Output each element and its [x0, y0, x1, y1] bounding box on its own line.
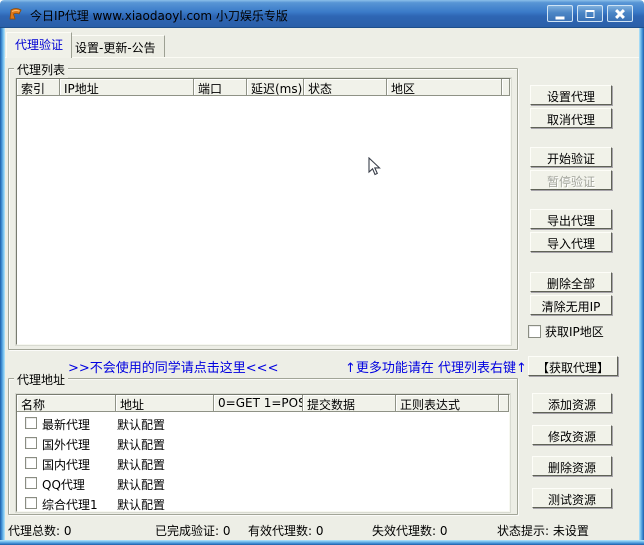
source-row-foreign[interactable]: 国外代理 默认配置	[17, 434, 509, 454]
delete-all-button[interactable]: 删除全部	[530, 272, 612, 292]
status-value: 0	[440, 524, 448, 538]
maximize-icon	[586, 10, 595, 18]
source-row-qq[interactable]: QQ代理 默认配置	[17, 474, 509, 494]
source-row-latest[interactable]: 最新代理 默认配置	[17, 414, 509, 434]
column-header-regex[interactable]: 正则表达式	[396, 395, 499, 412]
column-header-status[interactable]: 状态	[304, 79, 387, 96]
source-address: 默认配置	[117, 436, 165, 453]
status-label: 已完成验证:	[155, 524, 219, 538]
column-header-ip[interactable]: IP地址	[60, 79, 194, 96]
source-address: 默认配置	[117, 456, 165, 473]
get-proxy-button[interactable]: 【获取代理】	[528, 356, 618, 376]
app-window: 今日IP代理 www.xiaodaoyl.com 小刀娱乐专版 代理验证 设置-…	[0, 0, 644, 545]
title-bar: 今日IP代理 www.xiaodaoyl.com 小刀娱乐专版	[0, 0, 644, 28]
column-header-filler	[499, 395, 509, 412]
source-name: 综合代理1	[42, 496, 98, 513]
column-header-method[interactable]: 0=GET 1=POST	[214, 395, 303, 412]
column-header-port[interactable]: 端口	[194, 79, 247, 96]
column-header-index[interactable]: 索引	[17, 79, 60, 96]
window-title: 今日IP代理 www.xiaodaoyl.com 小刀娱乐专版	[30, 7, 288, 24]
start-verify-button[interactable]: 开始验证	[530, 147, 612, 167]
window-border-left	[0, 28, 5, 545]
export-proxy-button[interactable]: 导出代理	[530, 209, 612, 229]
status-invalid: 失效代理数: 0	[372, 522, 448, 539]
source-name: 国内代理	[42, 456, 90, 473]
sources-header: 名称 地址 0=GET 1=POST 提交数据 正则表达式	[17, 395, 509, 412]
tab-proxy-verify[interactable]: 代理验证	[6, 32, 72, 58]
proxy-list-group-label: 代理列表	[14, 61, 68, 78]
status-value: 0	[64, 524, 72, 538]
column-header-name[interactable]: 名称	[17, 395, 116, 412]
status-completed: 已完成验证: 0	[155, 522, 231, 539]
column-header-latency[interactable]: 延迟(ms)	[247, 79, 304, 96]
status-label: 代理总数:	[8, 524, 60, 538]
import-proxy-button[interactable]: 导入代理	[530, 232, 612, 252]
more-features-hint: ↑更多功能请在 代理列表右键↑	[345, 357, 527, 376]
status-value: 0	[316, 524, 324, 538]
source-name: 最新代理	[42, 416, 90, 433]
status-label: 有效代理数:	[248, 524, 312, 538]
cancel-proxy-button[interactable]: 取消代理	[530, 108, 612, 128]
status-total: 代理总数: 0	[8, 522, 72, 539]
source-row-mixed1[interactable]: 综合代理1 默认配置	[17, 494, 509, 514]
tab-label: 代理验证	[15, 38, 63, 52]
window-border-right	[639, 28, 644, 545]
source-name: QQ代理	[42, 476, 85, 493]
clear-unused-button[interactable]: 清除无用IP	[530, 295, 612, 315]
delete-source-button[interactable]: 删除资源	[532, 456, 612, 476]
column-header-region[interactable]: 地区	[387, 79, 502, 96]
checkbox-icon	[528, 325, 541, 338]
minimize-icon	[556, 16, 565, 19]
get-region-label: 获取IP地区	[545, 323, 604, 340]
tab-settings-update[interactable]: 设置-更新-公告	[66, 35, 165, 58]
get-region-checkbox[interactable]: 获取IP地区	[528, 323, 604, 340]
tab-label: 设置-更新-公告	[75, 41, 156, 55]
status-label: 状态提示:	[497, 524, 549, 538]
pause-verify-button: 暂停验证	[530, 170, 612, 190]
window-border-bottom	[0, 540, 644, 545]
set-proxy-button[interactable]: 设置代理	[530, 85, 612, 105]
proxy-list-table[interactable]: 索引 IP地址 端口 延迟(ms) 状态 地区	[16, 78, 511, 345]
source-address: 默认配置	[117, 496, 165, 513]
sources-group-label: 代理地址	[14, 371, 68, 388]
source-address: 默认配置	[117, 416, 165, 433]
status-label: 失效代理数:	[372, 524, 436, 538]
status-value: 0	[223, 524, 231, 538]
app-icon	[8, 6, 24, 22]
status-value: 未设置	[553, 524, 589, 538]
status-hint: 状态提示: 未设置	[497, 522, 589, 539]
row-checkbox-icon[interactable]	[25, 477, 37, 489]
column-header-postdata[interactable]: 提交数据	[303, 395, 396, 412]
mouse-cursor	[368, 157, 381, 177]
source-name: 国外代理	[42, 436, 90, 453]
maximize-button[interactable]	[577, 5, 603, 22]
close-icon	[615, 8, 626, 19]
click-here-link[interactable]: >>不会使用的同学请点击这里<<<	[68, 357, 278, 376]
modify-source-button[interactable]: 修改资源	[532, 425, 612, 445]
row-checkbox-icon[interactable]	[25, 417, 37, 429]
sources-table[interactable]: 名称 地址 0=GET 1=POST 提交数据 正则表达式 最新代理 默认配置 …	[16, 394, 510, 512]
add-source-button[interactable]: 添加资源	[532, 393, 612, 413]
tab-panel-edge	[5, 57, 639, 58]
row-checkbox-icon[interactable]	[25, 497, 37, 509]
status-valid: 有效代理数: 0	[248, 522, 324, 539]
proxy-list-header: 索引 IP地址 端口 延迟(ms) 状态 地区	[17, 79, 510, 96]
source-address: 默认配置	[117, 476, 165, 493]
minimize-button[interactable]	[547, 5, 573, 22]
test-source-button[interactable]: 测试资源	[532, 488, 612, 508]
row-checkbox-icon[interactable]	[25, 457, 37, 469]
close-button[interactable]	[607, 5, 633, 22]
column-header-filler	[502, 79, 510, 96]
row-checkbox-icon[interactable]	[25, 437, 37, 449]
source-row-domestic[interactable]: 国内代理 默认配置	[17, 454, 509, 474]
column-header-address[interactable]: 地址	[116, 395, 214, 412]
